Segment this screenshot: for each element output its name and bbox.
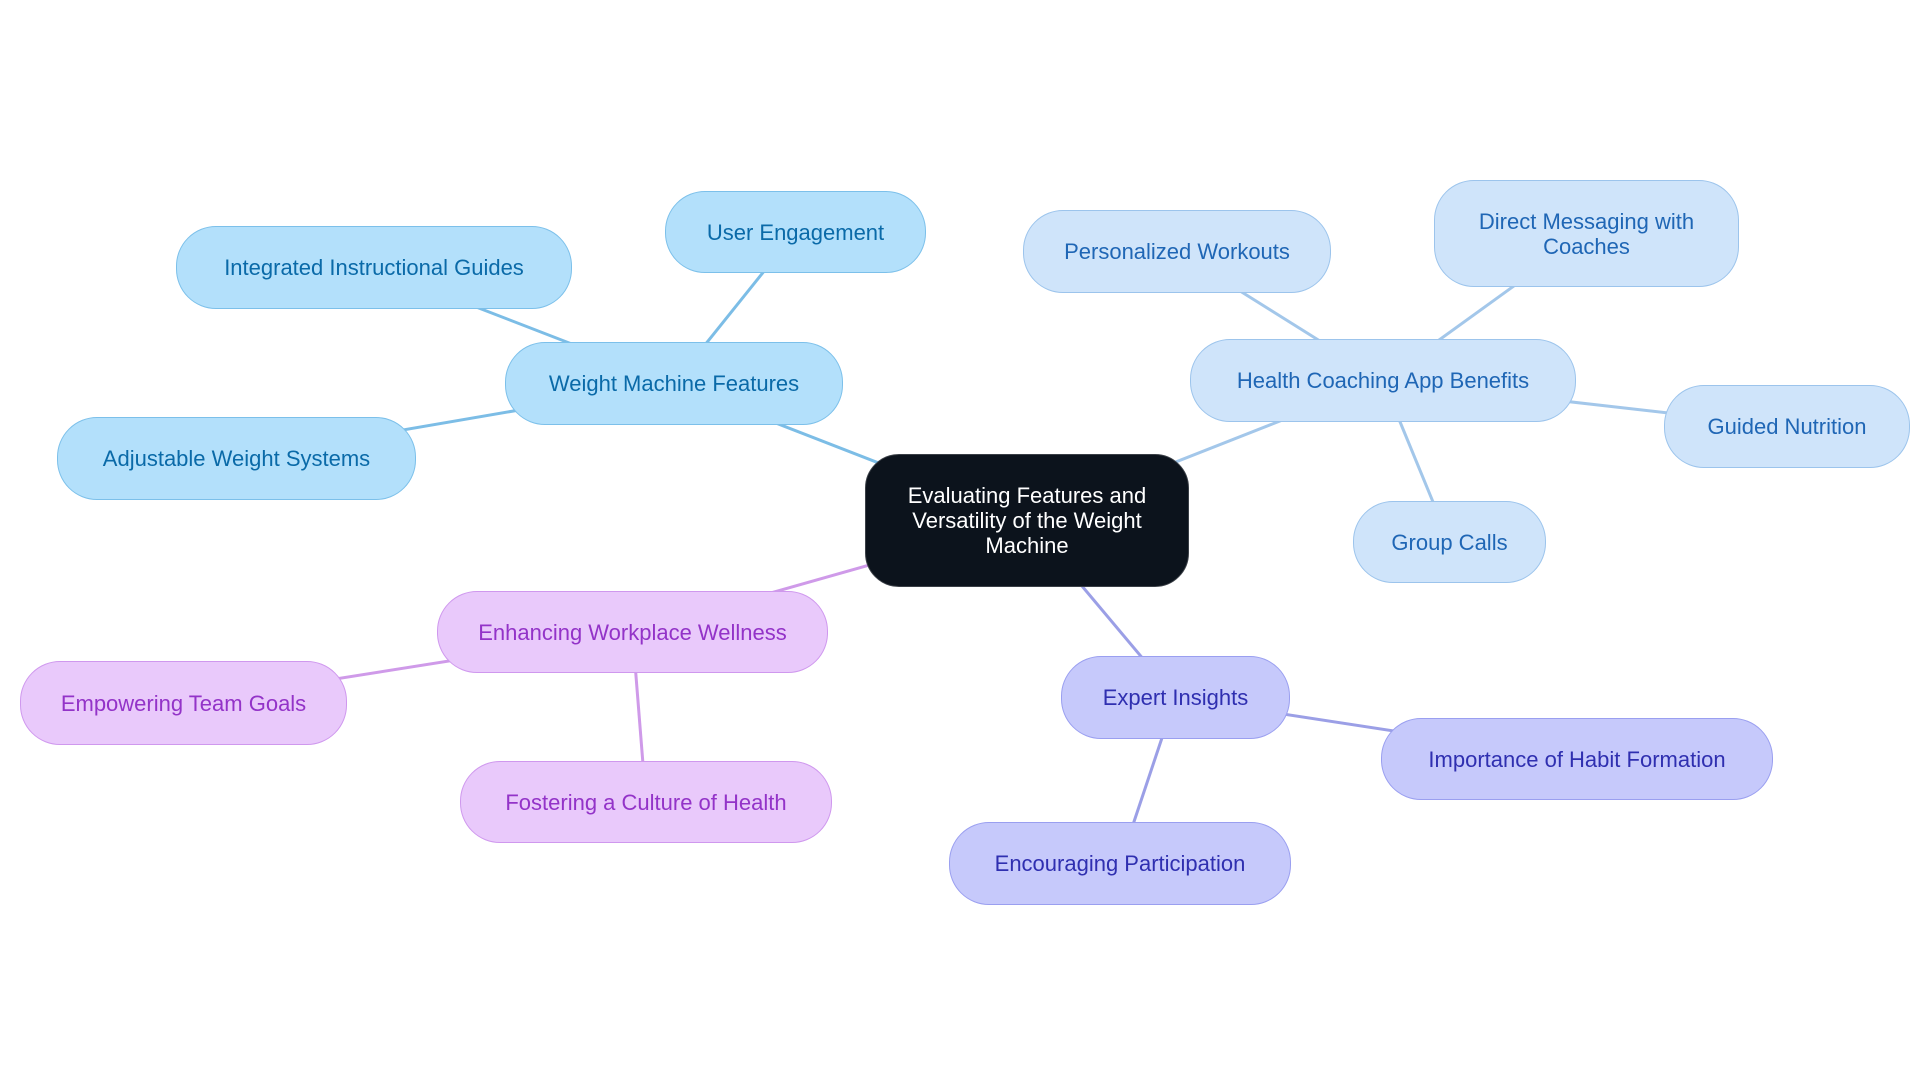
branch-node-health-coaching-app-benefits[interactable]: Health Coaching App Benefits (1190, 339, 1576, 422)
leaf-node-fostering-a-culture-of-health[interactable]: Fostering a Culture of Health (460, 761, 832, 843)
leaf-node-group-calls[interactable]: Group Calls (1353, 501, 1546, 583)
leaf-node-encouraging-participation[interactable]: Encouraging Participation (949, 822, 1291, 905)
leaf-node-empowering-team-goals[interactable]: Empowering Team Goals (20, 661, 347, 745)
leaf-node-importance-of-habit-formation[interactable]: Importance of Habit Formation (1381, 718, 1773, 800)
root-node[interactable]: Evaluating Features and Versatility of t… (865, 454, 1189, 587)
leaf-node-adjustable-weight-systems[interactable]: Adjustable Weight Systems (57, 417, 416, 500)
leaf-node-personalized-workouts[interactable]: Personalized Workouts (1023, 210, 1331, 293)
leaf-node-user-engagement[interactable]: User Engagement (665, 191, 926, 273)
leaf-node-guided-nutrition[interactable]: Guided Nutrition (1664, 385, 1910, 468)
leaf-node-direct-messaging-with-coaches[interactable]: Direct Messaging with Coaches (1434, 180, 1739, 287)
branch-node-weight-machine-features[interactable]: Weight Machine Features (505, 342, 843, 425)
branch-node-enhancing-workplace-wellness[interactable]: Enhancing Workplace Wellness (437, 591, 828, 673)
leaf-node-integrated-instructional-guides[interactable]: Integrated Instructional Guides (176, 226, 572, 309)
branch-node-expert-insights[interactable]: Expert Insights (1061, 656, 1290, 739)
